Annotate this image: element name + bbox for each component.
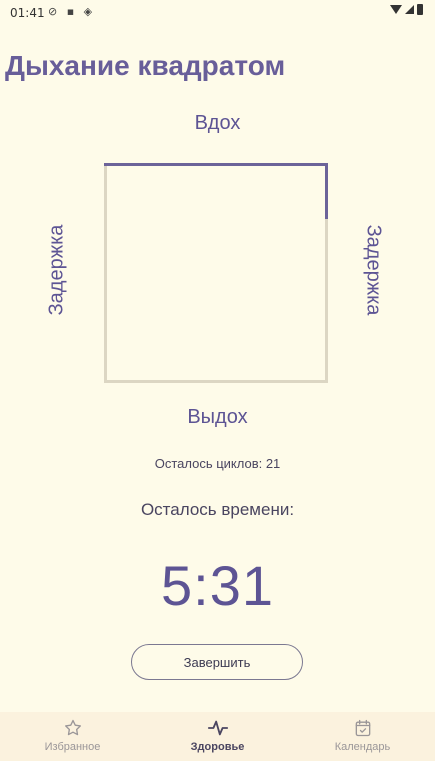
inhale-label: Вдох [194,112,241,134]
nav-item-favorites[interactable]: Избранное [0,712,145,761]
finish-button[interactable]: Завершить [131,644,303,680]
system-icons [390,4,423,15]
status-bar: 01:41 ⊘ ▪ ◈ [0,0,435,26]
nav-item-calendar[interactable]: Календарь [290,712,435,761]
time-remaining-label: Осталось времени: [140,500,295,519]
exhale-label: Выдох [187,406,248,428]
wifi-icon [390,5,402,14]
battery-icon [417,4,423,15]
signal-icon [405,5,414,14]
nav-label-favorites: Избранное [44,741,101,753]
calendar-check-icon [353,718,373,738]
nav-label-calendar: Календарь [334,741,391,753]
page-title: Дыхание квадратом [5,50,286,81]
square-progress-top [104,163,328,166]
status-time: 01:41 [10,6,45,20]
countdown-timer: 5:31 [161,554,274,617]
hold-right-label: Задержка [362,224,385,316]
hold-left-label: Задержка [45,224,68,316]
heartbeat-icon [207,718,229,738]
notification-icons: ⊘ ▪ ◈ [48,5,96,18]
star-icon [63,718,83,738]
nav-label-health: Здоровье [190,741,245,753]
breathing-square [104,163,328,383]
bottom-nav: Избранное Здоровье Календарь [0,712,435,761]
cycles-remaining: Осталось циклов: 21 [154,456,281,471]
square-progress-right [325,163,328,219]
nav-item-health[interactable]: Здоровье [145,712,290,761]
